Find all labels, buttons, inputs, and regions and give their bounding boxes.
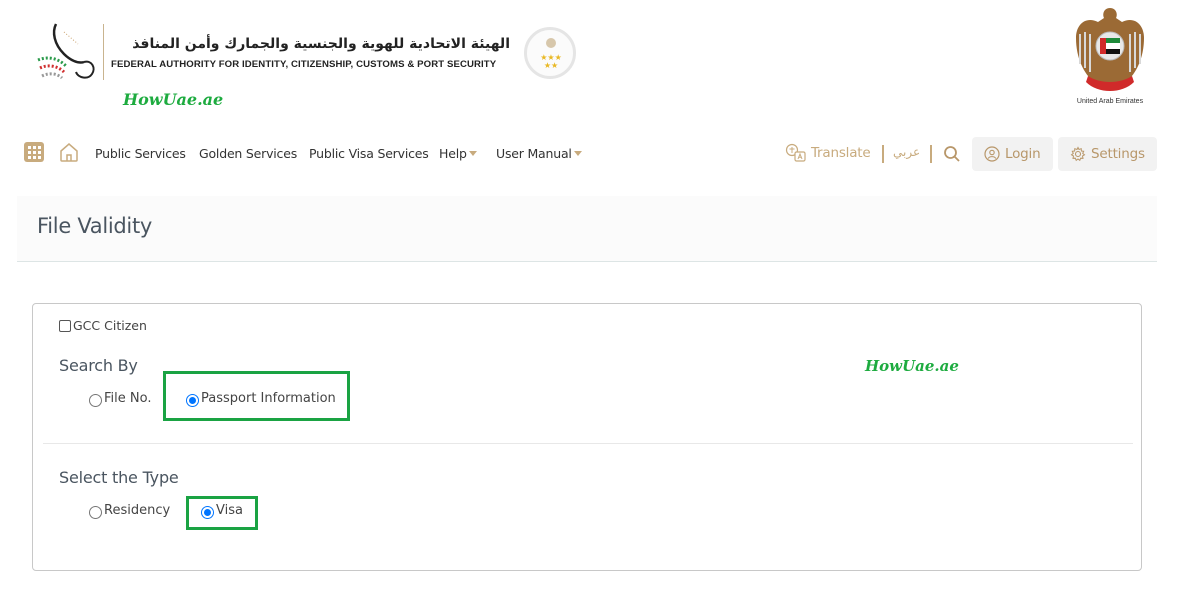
page-title: File Validity	[37, 214, 153, 238]
search-by-heading: Search By	[59, 356, 138, 375]
login-button[interactable]: Login	[972, 137, 1053, 171]
radio-button[interactable]	[201, 506, 214, 519]
emblem-caption: United Arab Emirates	[1076, 98, 1144, 105]
nav-user-manual[interactable]: User Manual	[496, 146, 582, 161]
section-divider	[43, 443, 1133, 444]
select-type-heading: Select the Type	[59, 468, 179, 487]
gcc-citizen-label: GCC Citizen	[73, 318, 147, 333]
radio-passport-information[interactable]: Passport Information	[186, 389, 336, 407]
site-header: الهيئة الاتحادية للهوية والجنسية والجمار…	[0, 0, 1186, 125]
radio-visa[interactable]: Visa	[201, 501, 243, 519]
translate-label: Translate	[811, 145, 871, 161]
translate-icon	[785, 143, 806, 162]
chevron-down-icon	[573, 151, 582, 156]
file-no-label: File No.	[104, 390, 152, 406]
nav-golden-services[interactable]: Golden Services	[199, 146, 297, 161]
checkbox-box[interactable]	[59, 319, 71, 332]
search-icon[interactable]	[943, 145, 961, 163]
watermark-text: HowUae.ae	[865, 357, 959, 375]
logo-divider	[103, 24, 104, 80]
page-title-bar: File Validity	[17, 196, 1157, 262]
org-name-arabic: الهيئة الاتحادية للهوية والجنسية والجمار…	[132, 36, 510, 52]
radio-residency[interactable]: Residency	[89, 501, 170, 519]
apps-grid-icon[interactable]	[24, 142, 44, 162]
radio-button[interactable]	[89, 506, 102, 519]
chevron-down-icon	[468, 151, 477, 156]
settings-label: Settings	[1091, 146, 1145, 162]
settings-button[interactable]: Settings	[1058, 137, 1157, 171]
passport-information-label: Passport Information	[201, 390, 336, 406]
seal-stars: ★★★ ★★	[540, 53, 562, 70]
home-icon[interactable]	[58, 141, 80, 163]
nav-help-label: Help	[439, 146, 467, 161]
nav-help[interactable]: Help	[439, 146, 477, 161]
nav-public-visa-services[interactable]: Public Visa Services	[309, 146, 429, 161]
radio-file-no[interactable]: File No.	[89, 389, 151, 407]
residency-label: Residency	[104, 502, 171, 518]
radio-button[interactable]	[186, 394, 199, 407]
falcon-logo-icon[interactable]	[34, 22, 98, 84]
nav-separator	[930, 145, 932, 163]
file-validity-form: GCC Citizen Search By File No. Passport …	[32, 303, 1142, 571]
radio-button[interactable]	[89, 394, 102, 407]
visa-label: Visa	[216, 502, 243, 518]
nav-public-services[interactable]: Public Services	[95, 146, 186, 161]
award-seal-icon: ★★★ ★★	[524, 27, 576, 79]
arabic-language-link[interactable]: عربي	[893, 145, 920, 159]
user-icon	[984, 146, 1000, 162]
nav-separator	[882, 145, 884, 163]
org-name-english: FEDERAL AUTHORITY FOR IDENTITY, CITIZENS…	[111, 59, 497, 70]
login-label: Login	[1005, 146, 1041, 162]
gcc-citizen-checkbox[interactable]: GCC Citizen	[59, 318, 147, 333]
main-nav: Public Services Golden Services Public V…	[0, 137, 1186, 171]
nav-user-manual-label: User Manual	[496, 146, 572, 161]
seal-flower-icon	[546, 38, 556, 48]
uae-emblem-icon	[1076, 8, 1144, 91]
watermark-text: HowUae.ae	[123, 90, 224, 109]
gear-icon	[1070, 146, 1086, 162]
translate-button[interactable]: Translate	[785, 143, 871, 163]
